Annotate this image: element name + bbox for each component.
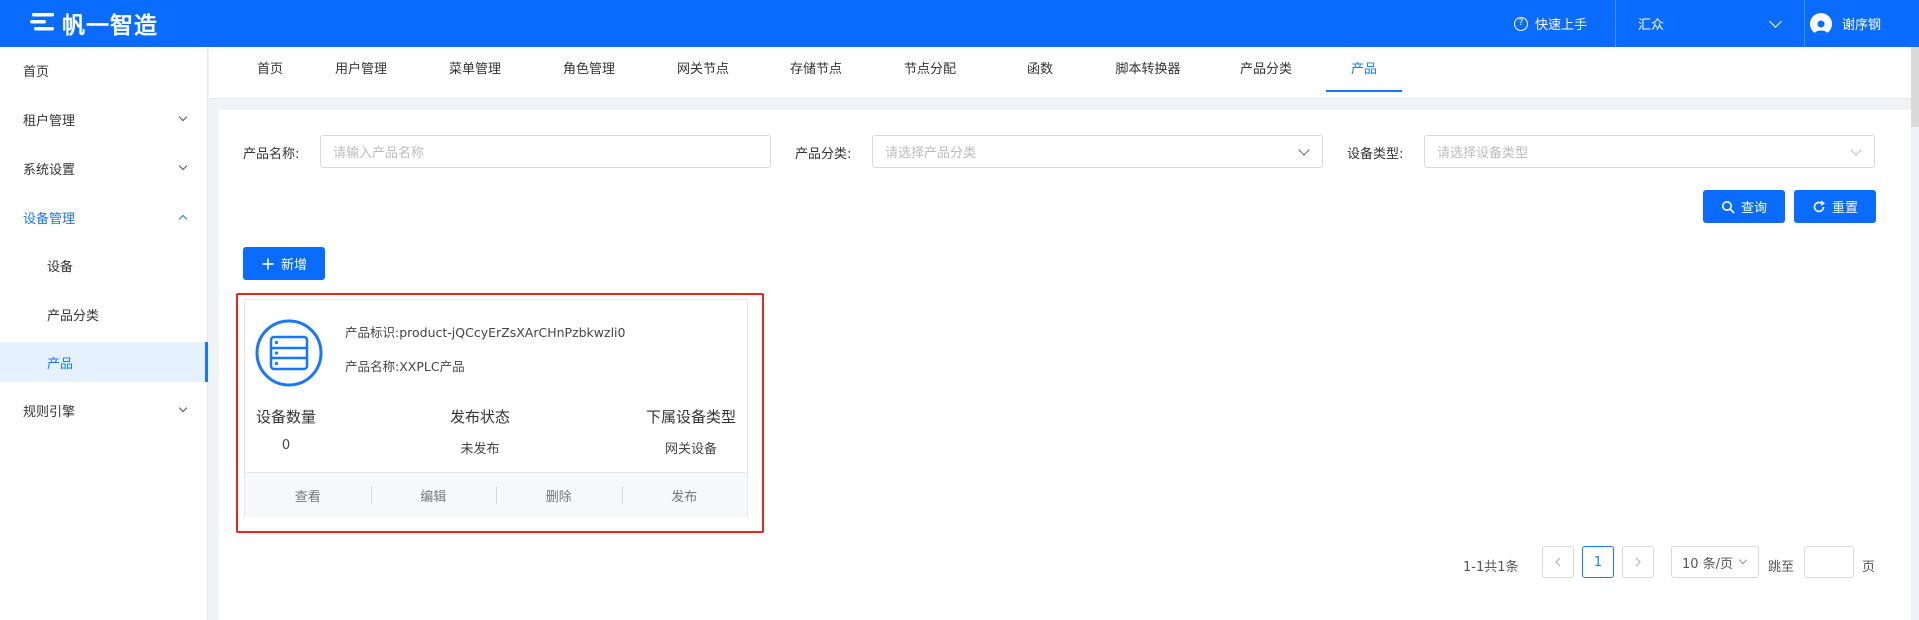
sidebar-item-system-settings[interactable]: 系统设置 [0,148,208,188]
sidebar-item-products[interactable]: 产品 [0,342,208,382]
quick-start-link[interactable]: ? 快速上手 [1514,0,1587,47]
query-button-label: 查询 [1740,201,1767,216]
help-icon: ? [1514,16,1528,31]
tab-script-converter[interactable]: 脚本转换器 [1102,47,1194,99]
next-page-button[interactable] [1622,546,1654,578]
jump-unit-label: 页 [1862,560,1876,575]
device-count-label: 设备数量 [255,408,316,426]
chevron-left-icon [1555,557,1561,567]
add-product-button[interactable]: 新增 [243,247,325,280]
page-button-current[interactable]: 1 [1582,546,1614,578]
sidebar-item-label: 设备管理 [23,211,76,227]
product-name: 产品名称:XXPLC产品 [345,359,465,374]
view-button[interactable]: 查看 [245,486,371,505]
product-category-placeholder: 请选择产品分类 [885,146,977,161]
tab-functions[interactable]: 函数 [1014,47,1066,99]
brand-name: 帆一智造 [62,13,158,39]
search-icon [1721,200,1735,213]
chevron-down-icon [178,112,188,122]
quick-start-label: 快速上手 [1535,18,1588,33]
jump-page-input[interactable] [1804,546,1854,578]
plus-icon [262,258,274,269]
tab-user-management[interactable]: 用户管理 [328,47,394,99]
tab-home[interactable]: 首页 [244,47,296,99]
scrollbar[interactable] [1911,47,1919,127]
sidebar: 首页 租户管理 系统设置 设备管理 设备 产品分类 产品 规则引擎 [0,47,208,620]
sidebar-item-label: 租户管理 [23,113,76,129]
jump-label: 跳至 [1768,560,1795,575]
device-type-stat-label: 下属设备类型 [645,408,736,426]
chevron-right-icon [1635,557,1641,567]
chevron-down-icon [1738,555,1748,565]
pagination-total: 1-1共1条 [1463,560,1519,575]
device-type-placeholder: 请选择设备类型 [1437,146,1529,161]
sidebar-item-label: 设备 [47,259,74,275]
sidebar-item-label: 系统设置 [23,162,76,178]
page-size-select[interactable]: 10 条/页 [1671,546,1759,578]
device-type-select[interactable]: 请选择设备类型 [1424,135,1875,168]
product-id: 产品标识:product-jQCcyErZsXArCHnPzbkwzli0 [345,325,626,340]
reset-button-label: 重置 [1831,201,1858,216]
server-icon [255,319,323,387]
brand-icon [30,13,54,31]
page-size-value: 10 条/页 [1682,556,1734,572]
sidebar-item-label: 规则引擎 [23,404,76,420]
product-name-input[interactable]: 请输入产品名称 [320,135,771,168]
tab-bar: 首页 用户管理 菜单管理 角色管理 网关节点 存储节点 节点分配 函数 脚本转换… [209,47,1911,99]
refresh-icon [1813,199,1825,212]
publish-button[interactable]: 发布 [621,485,748,505]
chevron-up-icon [178,214,188,224]
product-category-select[interactable]: 请选择产品分类 [872,135,1323,168]
user-menu[interactable]: 谢序钢 [1810,0,1881,47]
sidebar-item-label: 首页 [23,64,50,80]
chevron-down-icon [1769,15,1782,28]
publish-status-value: 未发布 [460,442,500,457]
tab-products[interactable]: 产品 [1326,47,1402,92]
tenant-select[interactable]: 汇众 [1615,0,1805,47]
device-type-label: 设备类型: [1347,147,1404,162]
reset-button[interactable]: 重置 [1794,190,1876,223]
avatar-icon [1810,12,1832,35]
chevron-down-icon [1298,144,1310,156]
tab-gateway-nodes[interactable]: 网关节点 [670,47,736,99]
username: 谢序钢 [1842,18,1882,33]
sidebar-item-product-category[interactable]: 产品分类 [0,294,208,334]
tab-menu-management[interactable]: 菜单管理 [442,47,508,99]
tab-role-management[interactable]: 角色管理 [556,47,622,99]
sidebar-item-label: 产品 [47,356,74,372]
device-count-value: 0 [281,438,291,453]
sidebar-item-devices[interactable]: 设备 [0,245,208,285]
chevron-down-icon [1850,144,1862,156]
card-actions: 查看 编辑 删除 发布 [245,472,747,517]
sidebar-item-home[interactable]: 首页 [0,50,208,90]
sidebar-item-device-management[interactable]: 设备管理 [0,197,208,237]
prev-page-button[interactable] [1542,546,1574,578]
delete-button[interactable]: 删除 [496,485,622,505]
sidebar-item-tenant-management[interactable]: 租户管理 [0,99,208,139]
product-category-label: 产品分类: [795,147,852,162]
chevron-down-icon [178,403,188,413]
product-card[interactable]: 产品标识:product-jQCcyErZsXArCHnPzbkwzli0 产品… [244,299,748,517]
top-header: 帆一智造 ? 快速上手 汇众 谢序钢 [0,0,1919,47]
query-button[interactable]: 查询 [1703,190,1785,223]
sidebar-item-rule-engine[interactable]: 规则引擎 [0,390,208,430]
chevron-down-icon [178,161,188,171]
add-button-label: 新增 [280,258,307,273]
publish-status-label: 发布状态 [449,408,510,426]
tab-product-category[interactable]: 产品分类 [1231,47,1301,99]
brand-logo[interactable]: 帆一智造 [28,8,158,39]
tab-node-allocation[interactable]: 节点分配 [897,47,963,99]
tenant-value: 汇众 [1638,18,1665,33]
product-name-label: 产品名称: [243,147,300,162]
sidebar-item-label: 产品分类 [47,308,100,324]
edit-button[interactable]: 编辑 [370,485,497,505]
tab-storage-nodes[interactable]: 存储节点 [783,47,849,99]
product-name-placeholder: 请输入产品名称 [333,146,425,161]
device-type-stat-value: 网关设备 [664,442,717,457]
